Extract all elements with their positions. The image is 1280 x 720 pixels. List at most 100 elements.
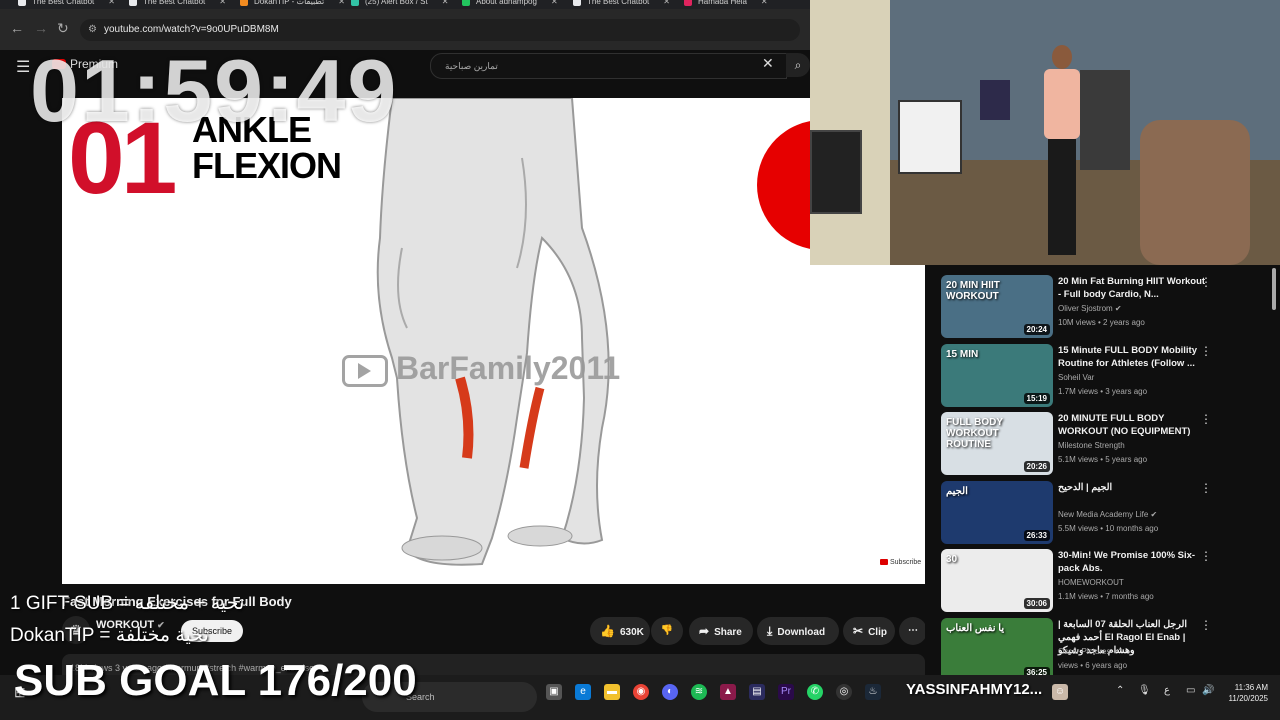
more-options-icon[interactable]: ⋮ (1200, 275, 1212, 289)
browser-tab[interactable]: (25) Alert Box / St ✕ (351, 0, 448, 9)
channel-watermark: BarFamily2011 (342, 350, 620, 387)
video-thumbnail[interactable]: FULL BODY WORKOUT ROUTINE 20:26 (941, 412, 1053, 475)
video-thumbnail[interactable]: 30 30:06 (941, 549, 1053, 612)
file-explorer-icon[interactable]: ▬ (604, 684, 620, 700)
channel-name-text: HOMEWORKOUT (1058, 578, 1124, 587)
premiere-pro-icon[interactable]: Pr (778, 684, 794, 700)
channel-name[interactable]: Milestone Strength (1058, 441, 1125, 450)
channel-name[interactable]: New Media Academy Life ✔ (1058, 510, 1157, 519)
channel-name[interactable]: HOMEWORKOUT (1058, 578, 1124, 587)
duration-badge: 26:33 (1023, 529, 1050, 541)
site-info-icon[interactable]: ⚙ (88, 19, 97, 41)
input-language[interactable]: ع (1164, 685, 1170, 696)
recommended-video[interactable]: يا نفس العناب 36:25 الرجل العناب الحلقة 07… (941, 617, 1271, 682)
obs-icon[interactable]: ◎ (836, 684, 852, 700)
browser-tab[interactable]: The Best Chatbot ✕ (129, 0, 226, 9)
video-title[interactable]: الجيم | الدحيح (1058, 481, 1208, 494)
close-tab-icon[interactable]: ✕ (108, 0, 115, 6)
steam-icon[interactable]: ♨ (865, 684, 881, 700)
close-tab-icon[interactable]: ✕ (338, 0, 345, 6)
webcam-monitor (810, 130, 862, 214)
spotify-icon[interactable]: ≋ (691, 684, 707, 700)
tab-favicon-icon (573, 0, 581, 6)
video-title[interactable]: 30-Min! We Promise 100% Six-pack Abs. (1058, 549, 1208, 575)
video-thumbnail[interactable]: 20 MIN HIIT WORKOUT 20:24 (941, 275, 1053, 338)
clip-label: Clip (868, 627, 887, 638)
thumbnail-text: FULL BODY WORKOUT ROUTINE (946, 417, 1003, 450)
video-title[interactable]: 15 Minute FULL BODY Mobility Routine for… (1058, 344, 1208, 370)
user-avatar-icon[interactable]: ☺ (1052, 684, 1068, 700)
browser-tab[interactable]: About adhampog ✕ (462, 0, 558, 9)
document-icon[interactable]: ▤ (749, 684, 765, 700)
video-player[interactable]: 01 ANKLE FLEXION BarFamily2011 Subscribe (62, 98, 925, 584)
clip-button[interactable]: ✂ Clip (843, 617, 895, 645)
player-subscribe-mark[interactable]: Subscribe (880, 559, 921, 566)
app-icon[interactable]: ▲ (720, 684, 736, 700)
recommended-video[interactable]: الجيم 26:33 الجيم | الدحيح New Media Academ… (941, 480, 1271, 545)
discord-icon[interactable]: ◐ (662, 684, 678, 700)
more-options-icon[interactable]: ⋮ (1200, 618, 1212, 632)
more-options-icon[interactable]: ⋮ (1200, 481, 1212, 495)
task-view-icon[interactable]: ▣ (546, 684, 562, 700)
recommended-video[interactable]: FULL BODY WORKOUT ROUTINE 20:26 20 MINUTE … (941, 412, 1271, 476)
dislike-button[interactable]: 👎 (651, 617, 683, 645)
volume-icon[interactable]: 🔊 (1202, 685, 1214, 696)
sidebar-scrollbar[interactable] (1270, 268, 1278, 670)
close-tab-icon[interactable]: ✕ (761, 0, 768, 6)
back-icon[interactable]: ← (10, 20, 24, 36)
menu-icon[interactable]: ☰ (16, 57, 30, 77)
browser-tab[interactable]: The Best Chatbot ✕ (573, 0, 670, 9)
webcam-streamer (1040, 45, 1084, 255)
close-tab-icon[interactable]: ✕ (442, 0, 449, 6)
scrollbar-thumb[interactable] (1272, 268, 1276, 310)
search-input[interactable]: تمارين صباحية (430, 53, 787, 79)
video-meta: 1.1M views • 7 months ago (1058, 592, 1154, 601)
channel-name-text: Milestone Strength (1058, 441, 1125, 450)
video-title[interactable]: 20 MINUTE FULL BODY WORKOUT (NO EQUIPMEN… (1058, 412, 1208, 438)
network-icon[interactable]: ▭ (1186, 685, 1195, 696)
stream-timer: 01:59:49 (30, 41, 399, 140)
more-options-icon[interactable]: ⋮ (1200, 549, 1212, 563)
whatsapp-icon[interactable]: ✆ (807, 684, 823, 700)
tab-favicon-icon (129, 0, 137, 6)
recommended-video[interactable]: 15 MIN 15:19 15 Minute FULL BODY Mobility … (941, 343, 1271, 408)
reload-icon[interactable]: ↻ (57, 20, 69, 37)
browser-tab[interactable]: The Best Chatbot ✕ (18, 0, 115, 9)
streamer-torso (1044, 69, 1080, 139)
channel-name[interactable]: Oscar Pictures ✔ (1058, 647, 1119, 656)
address-bar[interactable]: ⚙ youtube.com/watch?v=9o0UPuDBM8M (80, 19, 800, 41)
tab-label: DokanTIP - تطبيقات (254, 0, 325, 6)
channel-name[interactable]: Oliver Sjostrom ✔ (1058, 304, 1122, 313)
more-actions-button[interactable]: ⋯ (899, 617, 927, 645)
edge-icon[interactable]: e (575, 684, 591, 700)
close-tab-icon[interactable]: ✕ (663, 0, 670, 6)
duration-badge: 20:24 (1023, 324, 1050, 335)
clock-time: 11:36 AM (1234, 683, 1268, 692)
microphone-icon[interactable]: 🎙 (1138, 685, 1151, 696)
forward-icon[interactable]: → (34, 20, 48, 36)
video-thumbnail[interactable]: الجيم 26:33 (941, 480, 1053, 544)
chevron-up-icon[interactable]: ⌃ (1116, 685, 1124, 696)
video-thumbnail[interactable]: 15 MIN 15:19 (941, 343, 1053, 407)
video-title[interactable]: 20 Min Fat Burning HIIT Workout - Full b… (1058, 275, 1208, 301)
recommended-video[interactable]: 30 30:06 30-Min! We Promise 100% Six-pack … (941, 549, 1271, 613)
system-clock[interactable]: 11:36 AM 11/20/2025 (1218, 682, 1268, 704)
close-tab-icon[interactable]: ✕ (219, 0, 226, 6)
video-meta: 1.7M views • 3 years ago (1058, 386, 1148, 396)
more-options-icon[interactable]: ⋮ (1200, 344, 1212, 358)
close-tab-icon[interactable]: ✕ (551, 0, 558, 6)
browser-tab[interactable]: Hamada Hela ✕ (684, 0, 768, 9)
channel-name[interactable]: Soheil Var (1058, 373, 1094, 382)
recommended-video[interactable]: 20 MIN HIIT WORKOUT 20:24 20 Min Fat Burni… (941, 275, 1271, 339)
chrome-icon[interactable]: ◉ (633, 684, 649, 700)
tab-label: The Best Chatbot (587, 0, 650, 6)
like-button[interactable]: 👍 630K (590, 617, 650, 645)
more-options-icon[interactable]: ⋮ (1200, 412, 1212, 426)
video-thumbnail[interactable]: يا نفس العناب 36:25 (941, 617, 1053, 681)
download-button[interactable]: ⤓ Download (757, 617, 839, 645)
search-icon[interactable]: ⌕ (786, 53, 810, 77)
duration-badge: 20:26 (1023, 461, 1050, 472)
clear-search-icon[interactable]: ✕ (762, 55, 774, 72)
share-button[interactable]: ➦ Share (689, 617, 753, 645)
browser-tab[interactable]: DokanTIP - تطبيقات ✕ (240, 0, 345, 9)
